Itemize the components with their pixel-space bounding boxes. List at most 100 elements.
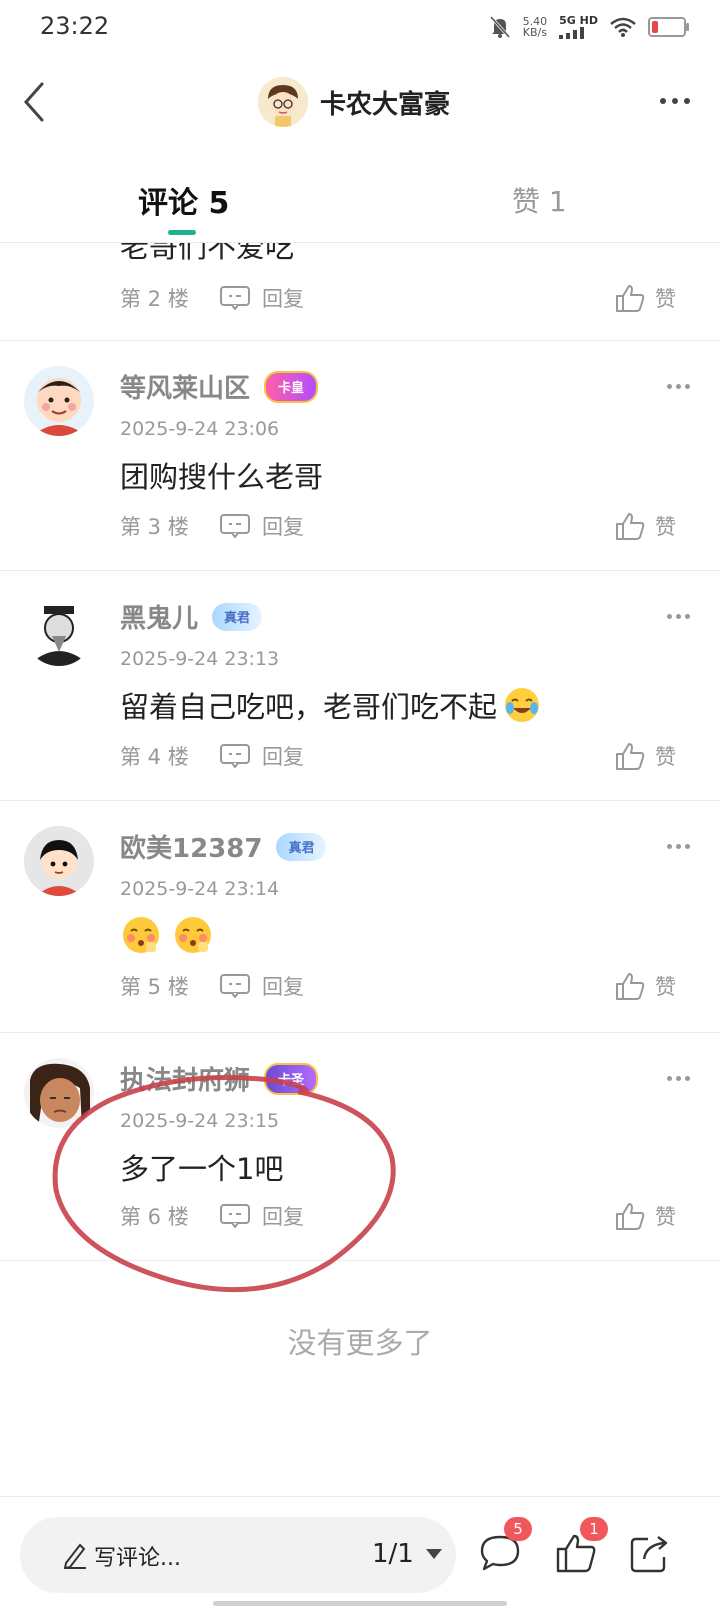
floor-number: 第 3 楼	[120, 515, 189, 539]
comment-time: 2025-9-24 23:13	[120, 648, 280, 670]
top-bar: 卡农大富豪	[0, 60, 720, 144]
comment-more-button[interactable]	[667, 1076, 690, 1081]
comment-time: 2025-9-24 23:15	[120, 1110, 280, 1132]
user-name[interactable]: 执法封府狮	[120, 1060, 250, 1097]
share-button[interactable]	[628, 1531, 672, 1575]
reply-button[interactable]: 回复	[220, 741, 304, 771]
comment-footer: 第 5 楼 回复 赞	[120, 968, 700, 1004]
user-name-row: 执法封府狮 卡圣	[120, 1060, 319, 1097]
write-comment-box[interactable]: 写评论... 1/1	[20, 1517, 456, 1593]
pencil-icon	[63, 1543, 86, 1569]
page-selector[interactable]: 1/1	[372, 1539, 442, 1569]
end-of-list-text: 没有更多了	[287, 1326, 433, 1360]
user-avatar[interactable]	[24, 1058, 94, 1128]
owner-name[interactable]: 卡农大富豪	[320, 84, 450, 121]
reply-icon	[220, 286, 250, 310]
user-avatar[interactable]	[24, 826, 94, 896]
status-time: 23:22	[40, 12, 110, 40]
like-post-button[interactable]: 1	[554, 1517, 608, 1575]
floor-number: 第 6 楼	[120, 1205, 189, 1229]
user-avatar[interactable]	[24, 596, 94, 666]
comment-text: 留着自己吃吧，老哥们吃不起	[120, 690, 498, 724]
comment-item: 等风莱山区 卡皇 2025-9-24 23:06 团购搜什么老哥 第 3 楼 回…	[0, 340, 720, 571]
mute-bell-icon	[489, 15, 510, 38]
reply-button[interactable]: 回复	[220, 511, 304, 541]
signal-bars-icon	[559, 27, 585, 39]
user-name[interactable]: 黑鬼儿	[120, 598, 198, 635]
battery-level	[652, 20, 658, 33]
comment-footer: 第 6 楼 回复 赞	[120, 1198, 700, 1234]
more-options-button[interactable]	[660, 98, 690, 104]
bottom-bar: 写评论... 1/1 5 1	[0, 1496, 720, 1613]
comment-more-button[interactable]	[667, 384, 690, 389]
bashful-emoji-icon	[175, 917, 211, 953]
comment-footer: 第 3 楼 回复 赞	[120, 508, 700, 544]
comment-item: 执法封府狮 卡圣 2025-9-24 23:15 多了一个1吧 第 6 楼 回复…	[0, 1032, 720, 1261]
status-icons: 5.40 KB/s 5G HD	[489, 14, 689, 39]
level-badge: 卡圣	[264, 1062, 319, 1095]
comments-button[interactable]: 5	[478, 1517, 532, 1575]
thumbs-up-icon	[616, 743, 645, 770]
reply-button[interactable]: 回复	[220, 1201, 304, 1231]
comment-time: 2025-9-24 23:06	[120, 418, 280, 440]
user-name[interactable]: 等风莱山区	[120, 368, 250, 405]
comment-footer: 第 4 楼 回复 赞	[120, 738, 700, 774]
user-name-row: 等风莱山区 卡皇	[120, 368, 319, 405]
user-name-row: 欧美12387 真君	[120, 828, 327, 865]
comment-list[interactable]: 老哥们不爱吃 第 2 楼 回复 赞 等风莱山区 卡皇 2025-9-24 23:…	[0, 242, 720, 1298]
owner-avatar[interactable]	[258, 77, 308, 127]
comment-text: 多了一个1吧	[120, 1152, 284, 1186]
like-count-badge: 1	[580, 1517, 608, 1541]
caret-down-icon	[425, 1549, 442, 1559]
dot-icon	[672, 98, 678, 104]
signal-indicator: 5G HD	[559, 14, 598, 39]
comment-item: 老哥们不爱吃 第 2 楼 回复 赞	[0, 242, 720, 341]
crying-laughing-emoji-icon	[505, 688, 540, 722]
battery-icon	[648, 16, 689, 37]
comment-item: 欧美12387 真君 2025-9-24 23:14 第 5 楼 回复 赞	[0, 800, 720, 1033]
comment-count-badge: 5	[504, 1517, 532, 1541]
chevron-left-icon	[23, 82, 44, 122]
tab-bar: 评论 5 赞 1	[0, 160, 720, 243]
level-badge: 真君	[276, 832, 327, 861]
like-button[interactable]: 赞	[615, 1201, 676, 1231]
bashful-emoji-icon	[123, 917, 159, 953]
thumbs-up-icon	[616, 285, 645, 312]
level-badge: 卡皇	[264, 370, 319, 403]
reply-button[interactable]: 回复	[220, 971, 304, 1001]
comment-footer: 第 2 楼 回复 赞	[120, 280, 700, 316]
like-button[interactable]: 赞	[615, 511, 676, 541]
wifi-icon	[610, 17, 636, 37]
like-button[interactable]: 赞	[615, 971, 676, 1001]
like-button[interactable]: 赞	[615, 283, 676, 313]
user-avatar[interactable]	[24, 366, 94, 436]
comment-more-button[interactable]	[667, 614, 690, 619]
reply-icon	[220, 514, 250, 538]
floor-number: 第 4 楼	[120, 745, 189, 769]
comment-text-row: 留着自己吃吧，老哥们吃不起	[120, 684, 541, 726]
status-bar: 23:22 5.40 KB/s 5G HD	[0, 0, 720, 56]
dot-icon	[684, 98, 690, 104]
thumbs-up-icon	[616, 1203, 645, 1230]
write-comment-placeholder[interactable]: 写评论...	[94, 1540, 181, 1572]
reply-icon	[220, 744, 250, 768]
dot-icon	[660, 98, 666, 104]
comment-emoji-row	[120, 914, 214, 956]
thumbs-up-icon	[616, 973, 645, 1000]
reply-icon	[220, 974, 250, 998]
reply-button[interactable]: 回复	[220, 283, 304, 313]
home-indicator[interactable]	[213, 1601, 507, 1606]
tab-comments[interactable]: 评论 5	[138, 178, 229, 222]
active-tab-indicator	[168, 230, 196, 235]
thumbs-up-icon	[616, 513, 645, 540]
comment-item: 黑鬼儿 真君 2025-9-24 23:13 留着自己吃吧，老哥们吃不起 第 4…	[0, 570, 720, 801]
back-button[interactable]	[18, 78, 58, 126]
tab-likes[interactable]: 赞 1	[512, 180, 567, 220]
comment-more-button[interactable]	[667, 844, 690, 849]
thread-owner[interactable]: 卡农大富豪	[258, 77, 450, 127]
comment-text: 老哥们不爱吃	[120, 242, 295, 264]
like-button[interactable]: 赞	[615, 741, 676, 771]
user-name[interactable]: 欧美12387	[120, 828, 262, 865]
level-badge: 真君	[212, 602, 263, 631]
comment-time: 2025-9-24 23:14	[120, 878, 280, 900]
